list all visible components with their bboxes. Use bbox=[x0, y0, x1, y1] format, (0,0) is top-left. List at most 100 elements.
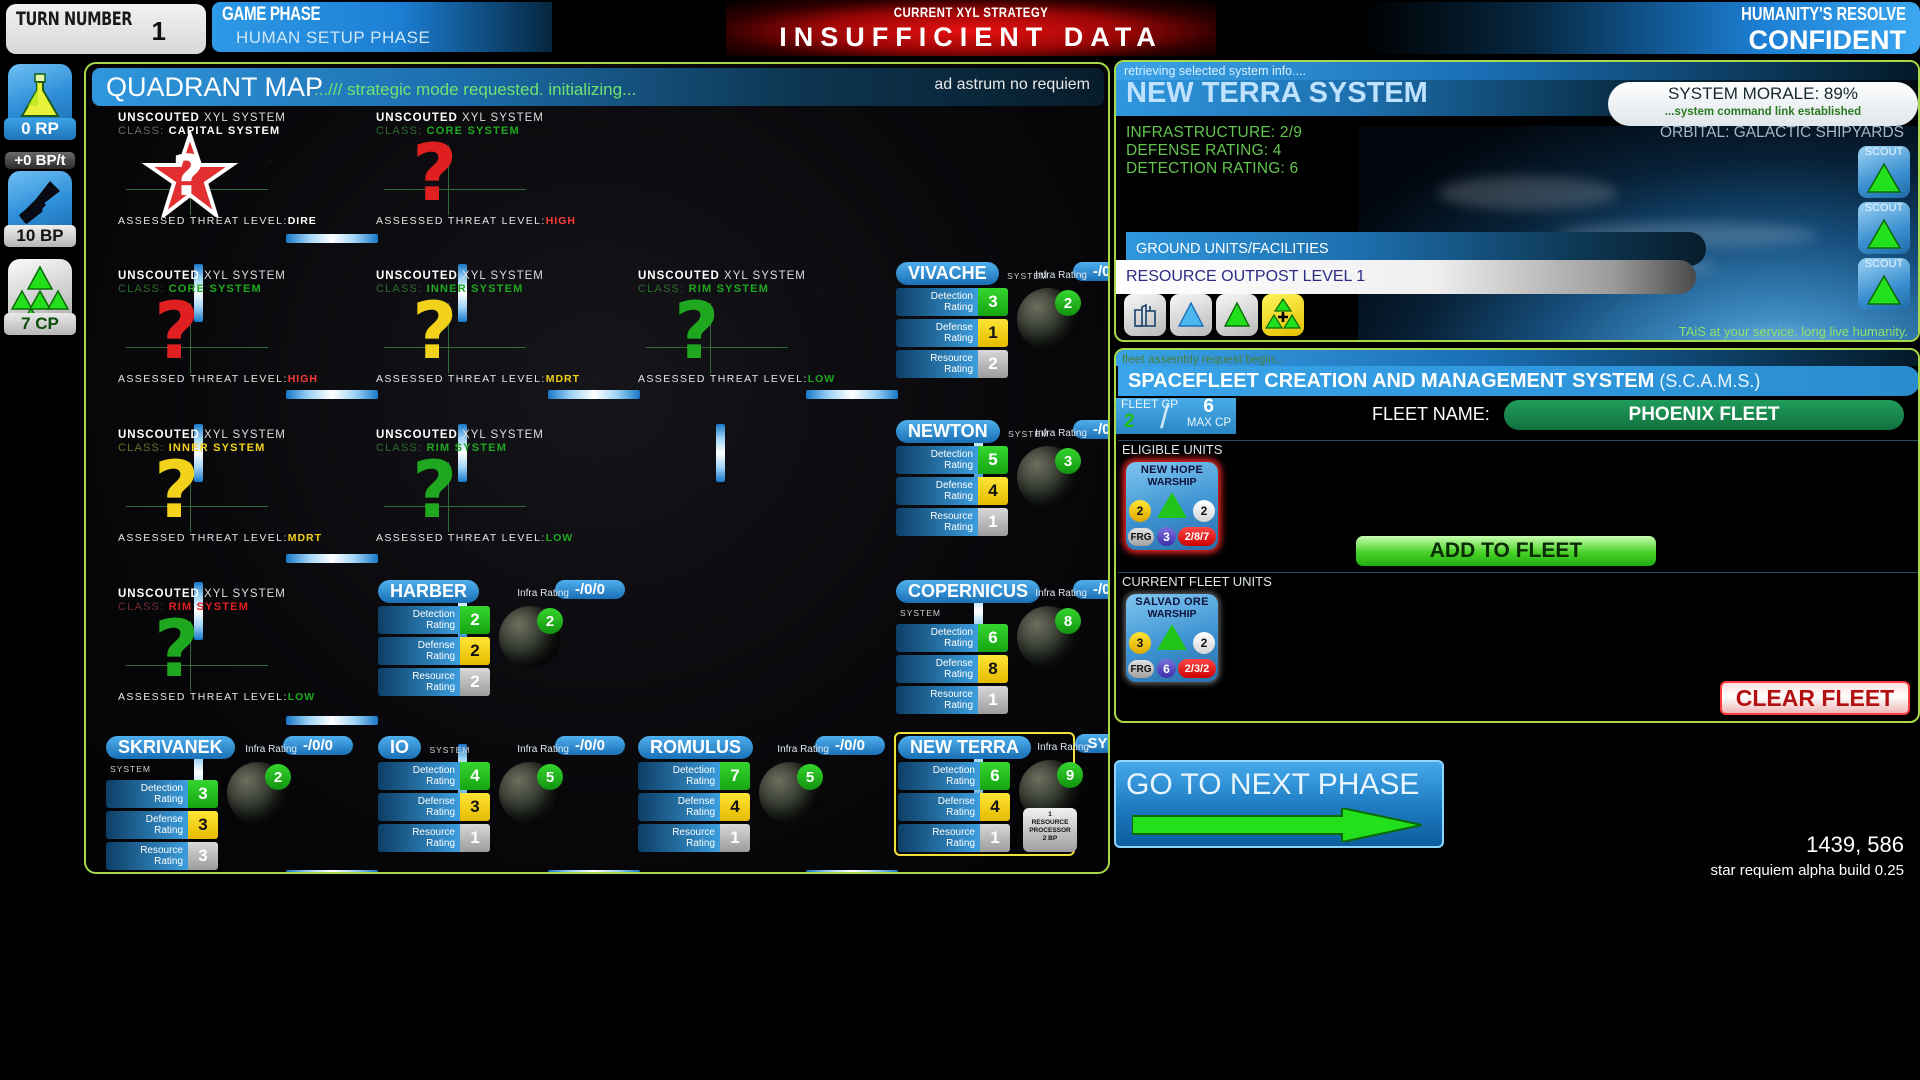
humanity-resolve-box: HUMANITY'S RESOLVE CONFIDENT bbox=[1360, 2, 1920, 55]
detection-rating-value: 5 bbox=[978, 446, 1008, 474]
eligible-unit-new-hope[interactable]: NEW HOPE WARSHIP 2 2 FRG 3 2/8/7 bbox=[1126, 462, 1218, 550]
question-mark-icon: ? bbox=[412, 287, 458, 377]
scout-unit-0[interactable]: SCOUT bbox=[1858, 146, 1910, 198]
clear-fleet-button[interactable]: CLEAR FLEET bbox=[1720, 681, 1910, 715]
unscouted-system-6[interactable]: UNSCOUTED XYL SYSTEM CLASS: RIM SYSTEM ?… bbox=[376, 429, 626, 544]
unscouted-header-4: UNSCOUTED XYL SYSTEM bbox=[638, 270, 806, 282]
fleet-cp-box: FLEET CP 2 / 6 MAX CP bbox=[1116, 396, 1236, 436]
question-mark-icon: ? bbox=[674, 287, 720, 377]
system-card-harber[interactable]: HARBER -/0/0 Detection Rating 2 Defense Ra… bbox=[378, 580, 625, 696]
unscouted-system-3[interactable]: UNSCOUTED XYL SYSTEM CLASS: INNER SYSTEM… bbox=[376, 270, 626, 385]
unscouted-system-1[interactable]: UNSCOUTED XYL SYSTEM CLASS: CORE SYSTEM … bbox=[376, 112, 626, 227]
system-card-romulus[interactable]: ROMULUS -/0/0 Detection Rating 7 Defense R… bbox=[638, 736, 885, 852]
unscouted-system-4[interactable]: UNSCOUTED XYL SYSTEM CLASS: RIM SYSTEM ?… bbox=[638, 270, 888, 385]
defense-rating-row: Defense Rating 1 bbox=[896, 319, 1008, 347]
defense-rating-row: Defense Rating 8 bbox=[896, 655, 1008, 683]
game-phase-box: GAME PHASE HUMAN SETUP PHASE bbox=[212, 2, 552, 52]
defense-rating-value: 3 bbox=[188, 811, 218, 839]
next-phase-label: GO TO NEXT PHASE bbox=[1126, 768, 1420, 801]
map-motto: ad astrum no requiem bbox=[934, 76, 1090, 93]
quadrant-map-subtitle: .../// strategic mode requested. initial… bbox=[314, 80, 637, 99]
detection-rating-label: Detection Rating bbox=[378, 606, 460, 634]
system-name: SKRIVANEK bbox=[106, 736, 235, 759]
system-info-title: NEW TERRA SYSTEM bbox=[1126, 77, 1428, 109]
unscouted-system-5[interactable]: UNSCOUTED XYL SYSTEM CLASS: INNER SYSTEM… bbox=[118, 429, 368, 544]
scout-unit-1[interactable]: SCOUT bbox=[1858, 202, 1910, 254]
resource-rating-row: Resource Rating 1 bbox=[378, 824, 490, 852]
detection-rating-label: Detection Rating bbox=[896, 446, 978, 474]
unscouted-system-0[interactable]: UNSCOUTED XYL SYSTEM CLASS: CAPITAL SYST… bbox=[118, 112, 368, 227]
unit-triangle-icon bbox=[1157, 492, 1187, 518]
system-card-copernicus[interactable]: COPERNICUS SYSTEM -/0/0 DetectionRating … bbox=[896, 580, 1108, 714]
question-mark-icon: ? bbox=[412, 129, 458, 219]
resource-outpost-row[interactable]: RESOURCE OUTPOST LEVEL 1 bbox=[1116, 260, 1696, 294]
unit-name: NEW HOPE bbox=[1140, 464, 1204, 476]
unscouted-system-2[interactable]: UNSCOUTED XYL SYSTEM CLASS: CORE SYSTEM … bbox=[118, 270, 368, 385]
factory-icon-button[interactable] bbox=[1124, 294, 1166, 336]
resource-rating-row: Resource Rating 2 bbox=[378, 668, 490, 696]
system-defense-rating: DEFENSE RATING: 4 bbox=[1126, 142, 1282, 159]
system-info-titlebar: NEW TERRA SYSTEM SYSTEM MORALE: 89% ...s… bbox=[1116, 77, 1918, 126]
resource-rating-value: 3 bbox=[188, 842, 218, 870]
system-card-newton[interactable]: NEWTON SYSTEM -/0/0 DetectionRating 5 De… bbox=[896, 420, 1108, 536]
fleet-name-input[interactable]: PHOENIX FLEET bbox=[1504, 400, 1904, 430]
scams-title-abbr: (S.C.A.M.S.) bbox=[1654, 371, 1761, 391]
detection-rating-label: Detection Rating bbox=[898, 762, 980, 790]
unit-triangle-icon bbox=[1157, 624, 1187, 650]
resource-rating-label: Resource Rating bbox=[896, 686, 978, 714]
build-points-rate: +0 BP/t bbox=[5, 152, 75, 169]
defense-rating-value: 3 bbox=[460, 793, 490, 821]
system-orbital: ORBITAL: GALACTIC SHIPYARDS bbox=[1659, 124, 1904, 141]
unit-left-stat: 3 bbox=[1129, 632, 1151, 654]
resource-rating-value: 1 bbox=[980, 824, 1010, 852]
current-unit-salvadore[interactable]: SALVAD ORE WARSHIP 3 2 FRG 6 2/3/2 bbox=[1126, 594, 1218, 682]
resource-rating-row: Resource Rating 1 bbox=[896, 686, 1008, 714]
defense-rating-row: Defense Rating 2 bbox=[378, 637, 490, 665]
system-card-vivache[interactable]: VIVACHE SYSTEM -/0/0 DetectionRating 3 D… bbox=[896, 262, 1108, 378]
fleet-name-value: PHOENIX FLEET bbox=[1628, 404, 1780, 425]
system-card-new-terra[interactable]: NEW TERRA SY/3/0 DetectionRating 6 Defen… bbox=[894, 732, 1108, 856]
blue-triangle-button[interactable] bbox=[1170, 294, 1212, 336]
resource-rating-value: 2 bbox=[460, 668, 490, 696]
resource-research-points[interactable]: 0 RP bbox=[4, 64, 76, 140]
scams-panel: fleet assembly request begin... SPACEFLE… bbox=[1114, 348, 1920, 723]
add-to-fleet-button[interactable]: ADD TO FLEET bbox=[1356, 536, 1656, 566]
scout-unit-2[interactable]: SCOUT bbox=[1858, 258, 1910, 310]
defense-rating-row: Defense Rating 4 bbox=[896, 477, 1008, 505]
map-link bbox=[286, 870, 378, 872]
system-infrastructure: INFRASTRUCTURE: 2/9 bbox=[1126, 124, 1303, 141]
detection-rating-row: Detection Rating 3 bbox=[106, 780, 218, 808]
defense-rating-label: Defense Rating bbox=[896, 477, 978, 505]
resource-rating-row: Resource Rating 3 bbox=[106, 842, 218, 870]
infra-rating-value: 2 bbox=[537, 608, 563, 634]
system-card-skrivanek[interactable]: SKRIVANEK SYSTEM -/0/0 Detection Rating 3… bbox=[106, 736, 353, 870]
unit-cost: 3 bbox=[1157, 527, 1176, 546]
cursor-coordinates: 1439, 586 bbox=[1806, 832, 1904, 857]
defense-rating-value: 1 bbox=[978, 319, 1008, 347]
go-to-next-phase-button[interactable]: GO TO NEXT PHASE bbox=[1114, 760, 1444, 848]
command-link-status: ...system command link established bbox=[1664, 106, 1862, 118]
game-phase-label: GAME PHASE bbox=[222, 4, 321, 25]
defense-rating-label: Defense Rating bbox=[898, 793, 980, 821]
triangles-plus-button[interactable] bbox=[1262, 294, 1304, 336]
resource-command-points[interactable]: 7 CP bbox=[4, 259, 76, 335]
infra-rating-label: Infra Rating bbox=[517, 744, 569, 755]
quadrant-map[interactable]: QUADRANT MAP .../// strategic mode reque… bbox=[84, 62, 1110, 874]
eligible-units-label: ELIGIBLE UNITS bbox=[1122, 442, 1223, 457]
system-card-io[interactable]: IO SYSTEM -/0/0 Detection Rating 4 Defens… bbox=[378, 736, 625, 852]
defense-rating-label: Defense Rating bbox=[896, 655, 978, 683]
system-word: SYSTEM bbox=[110, 764, 151, 774]
unscouted-system-7[interactable]: UNSCOUTED XYL SYSTEM CLASS: RIM SYSTEM ?… bbox=[118, 588, 368, 703]
facility-badge[interactable]: 1 RESOURCE PROCESSOR 2 BP bbox=[1023, 808, 1077, 852]
green-triangle-button[interactable] bbox=[1216, 294, 1258, 336]
question-mark-icon: ? bbox=[412, 446, 458, 536]
unit-right-stat: 2 bbox=[1193, 632, 1215, 654]
resource-rating-value: 1 bbox=[460, 824, 490, 852]
resource-build-points[interactable]: +0 BP/t 10 BP bbox=[4, 152, 76, 247]
defense-rating-label: Defense Rating bbox=[106, 811, 188, 839]
map-link bbox=[548, 390, 640, 399]
resource-rating-label: Resource Rating bbox=[898, 824, 980, 852]
unscouted-header-7: UNSCOUTED XYL SYSTEM bbox=[118, 588, 286, 600]
turn-number-value: 1 bbox=[151, 16, 166, 46]
detection-rating-value: 3 bbox=[188, 780, 218, 808]
